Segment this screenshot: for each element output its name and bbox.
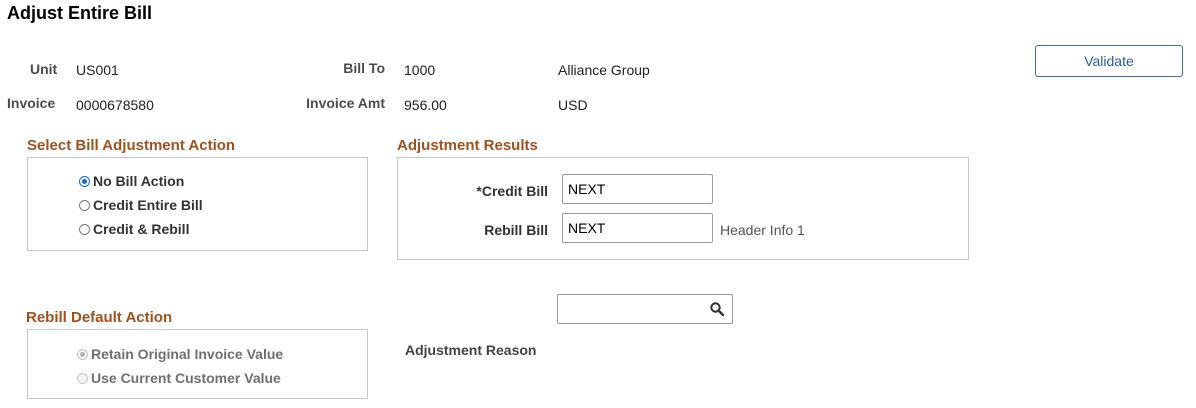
unit-label: Unit	[30, 61, 58, 77]
page-title: Adjust Entire Bill	[7, 3, 153, 23]
radio-label: Use Current Customer Value	[91, 370, 281, 386]
radio-option-credit-entire-bill[interactable]: Credit Entire Bill	[79, 197, 203, 213]
radio-option-retain-original-invoice-value: Retain Original Invoice Value	[77, 346, 283, 362]
rebill-bill-label: Rebill Bill	[484, 222, 548, 238]
adjustment-results-group: *Credit Bill Rebill Bill Header Info 1	[397, 157, 969, 260]
validate-button[interactable]: Validate	[1035, 45, 1183, 77]
adjustment-results-title: Adjustment Results	[397, 137, 538, 154]
radio-label: No Bill Action	[93, 173, 185, 189]
radio-button-selected[interactable]	[79, 175, 90, 187]
adjustment-reason-label: Adjustment Reason	[405, 342, 537, 358]
radio-button[interactable]	[79, 223, 90, 235]
invoice-value: 0000678580	[76, 97, 154, 113]
bill-to-value: 1000	[404, 62, 436, 78]
header-info-link[interactable]: Header Info 1	[720, 222, 805, 238]
search-icon[interactable]	[710, 302, 724, 316]
bill-to-label: Bill To	[343, 60, 385, 76]
rebill-bill-input[interactable]	[562, 213, 713, 243]
radio-button[interactable]	[79, 199, 90, 211]
credit-bill-label: *Credit Bill	[476, 183, 548, 199]
rebill-default-action-group: Retain Original Invoice Value Use Curren…	[27, 329, 368, 399]
adjustment-reason-input[interactable]	[562, 298, 706, 322]
invoice-amt-label: Invoice Amt	[306, 95, 385, 111]
radio-label: Retain Original Invoice Value	[91, 346, 284, 362]
adjustment-reason-lookup[interactable]	[557, 294, 733, 324]
radio-option-credit-and-rebill[interactable]: Credit & Rebill	[79, 221, 189, 237]
invoice-amt-value: 956.00	[404, 97, 447, 113]
bill-to-name: Alliance Group	[558, 62, 650, 78]
radio-label: Credit & Rebill	[93, 221, 190, 237]
rebill-default-action-title: Rebill Default Action	[26, 309, 173, 326]
unit-value: US001	[76, 62, 119, 78]
currency-value: USD	[558, 97, 588, 113]
radio-option-no-bill-action[interactable]: No Bill Action	[79, 173, 184, 189]
bill-adjustment-action-group: No Bill Action Credit Entire Bill Credit…	[27, 157, 368, 251]
radio-option-use-current-customer-value: Use Current Customer Value	[77, 370, 281, 386]
bill-adjustment-action-title: Select Bill Adjustment Action	[27, 137, 236, 154]
radio-button-selected-disabled	[77, 348, 88, 360]
radio-button-disabled	[77, 372, 88, 384]
invoice-label: Invoice	[7, 95, 56, 111]
radio-label: Credit Entire Bill	[93, 197, 203, 213]
credit-bill-input[interactable]	[562, 174, 713, 204]
